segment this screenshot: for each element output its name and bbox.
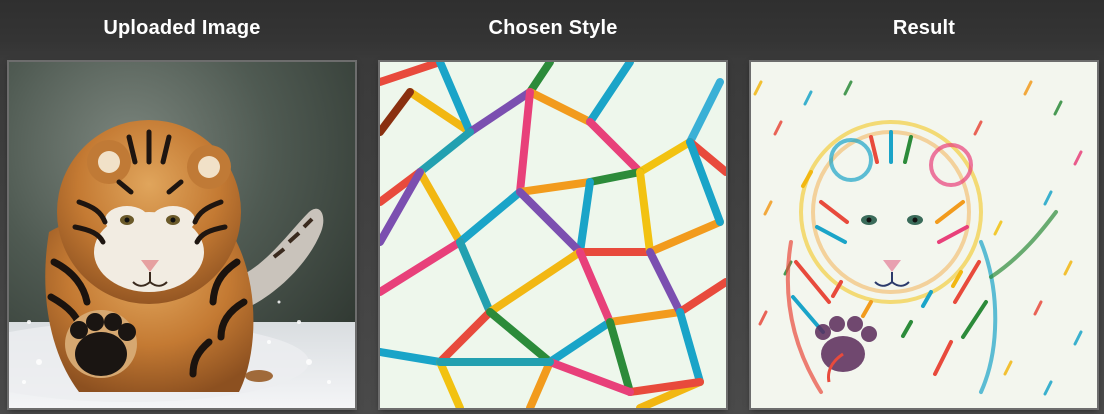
chosen-style-title: Chosen Style (488, 17, 618, 39)
uploaded-tiger-photo (9, 62, 355, 408)
uploaded-image-title: Uploaded Image (103, 17, 261, 39)
result-image[interactable] (751, 62, 1097, 408)
chosen-style-panel: Chosen Style (380, 0, 726, 414)
stylized-tiger-result (751, 62, 1097, 408)
style-pattern-artwork (380, 62, 726, 408)
chosen-style-image[interactable] (380, 62, 726, 408)
uploaded-image[interactable] (9, 62, 355, 408)
uploaded-image-panel: Uploaded Image (9, 0, 355, 414)
result-panel: Result (751, 0, 1097, 414)
result-title: Result (892, 17, 956, 39)
